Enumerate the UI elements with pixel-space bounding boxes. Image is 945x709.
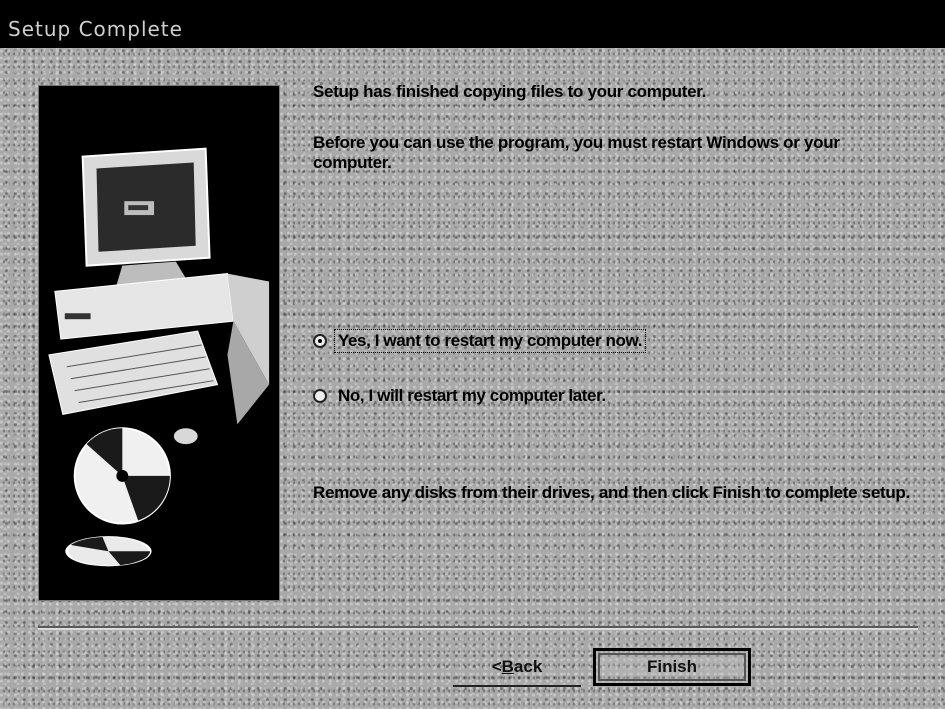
title-bar[interactable]: Setup Complete [0, 0, 945, 48]
setup-illustration [38, 85, 280, 601]
restart-later-option[interactable]: No, I will restart my computer later. [313, 385, 609, 407]
restart-now-radio[interactable] [313, 334, 327, 348]
dialog-body: Setup has finished copying files to your… [0, 48, 945, 709]
back-rest: ack [513, 657, 543, 676]
window-title: Setup Complete [8, 17, 183, 41]
remove-disks-instructions: Remove any disks from their drives, and … [313, 483, 910, 502]
button-separator [38, 626, 918, 630]
restart-now-label[interactable]: Yes, I want to restart my computer now. [333, 329, 647, 353]
setup-finished-message: Setup has finished copying files to your… [313, 82, 707, 101]
restart-later-label[interactable]: No, I will restart my computer later. [335, 385, 609, 407]
back-mnemonic: B [501, 657, 514, 676]
back-button[interactable]: < Back [453, 649, 581, 687]
finish-label: Finish [646, 657, 698, 676]
restart-required-message: Before you can use the program, you must… [313, 133, 840, 172]
restart-later-radio[interactable] [313, 389, 327, 403]
finish-button[interactable]: Finish [593, 648, 751, 686]
back-prefix: < [491, 657, 502, 676]
restart-now-option[interactable]: Yes, I want to restart my computer now. [313, 329, 647, 353]
computer-with-discs-icon [48, 147, 270, 567]
